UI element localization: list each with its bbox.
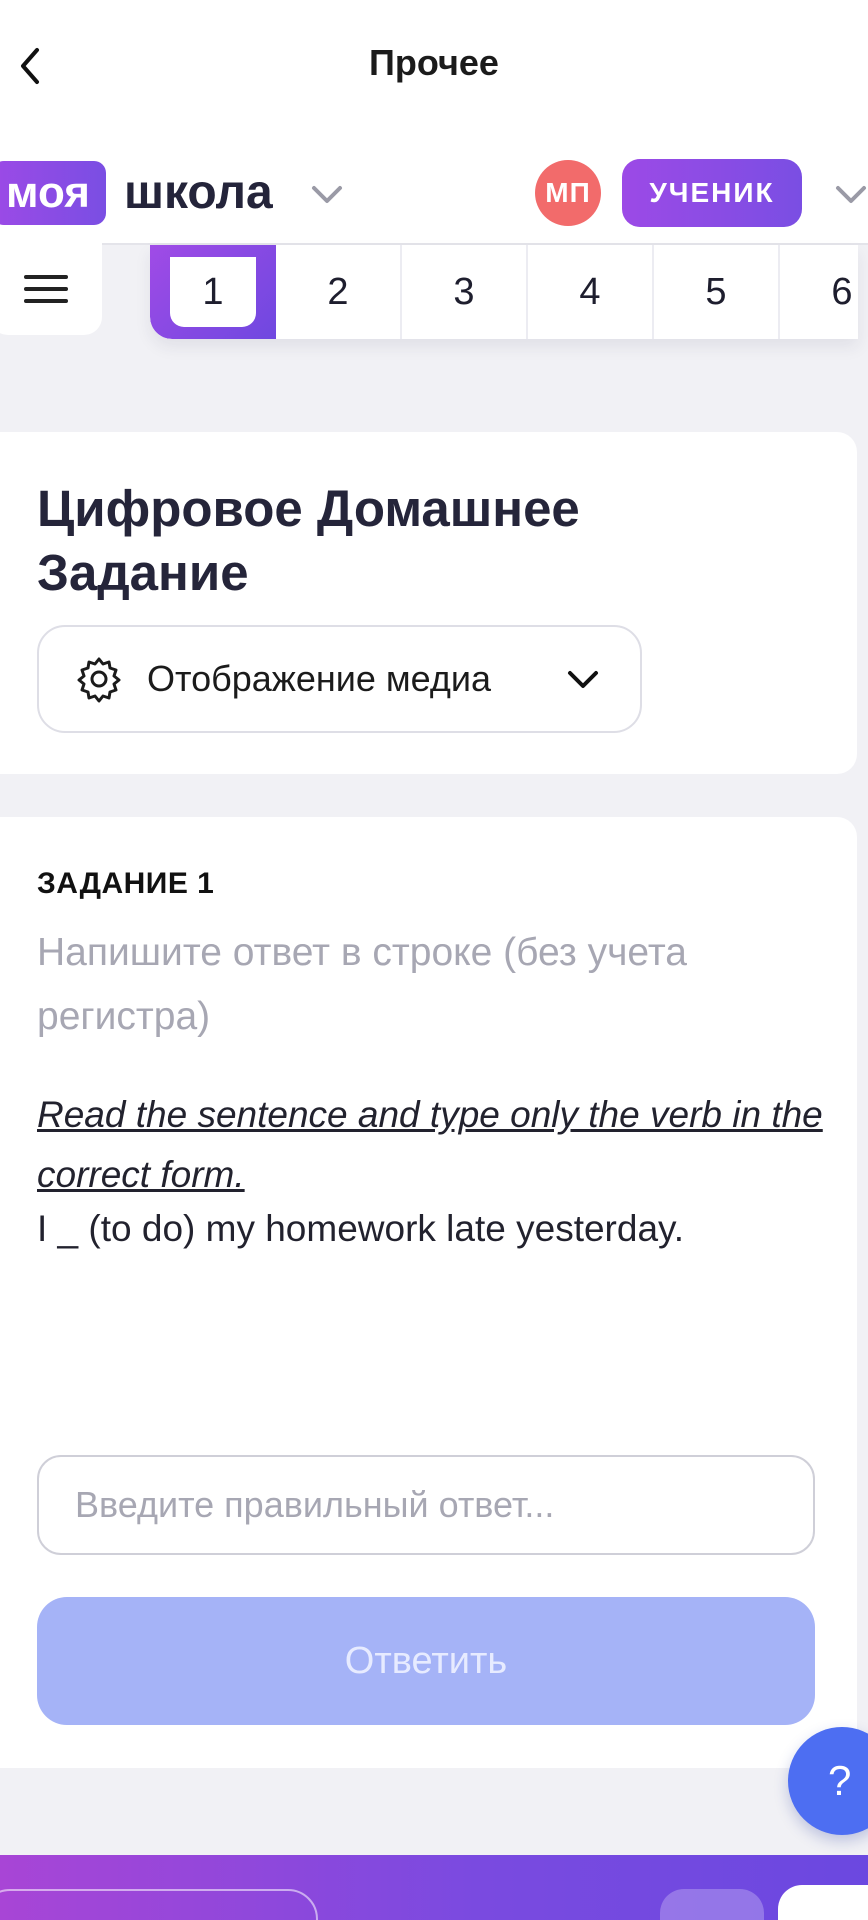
- task-hint: Напишите ответ в строке (без учета регис…: [37, 931, 687, 1038]
- bottom-left-button[interactable]: [0, 1889, 318, 1920]
- task-sentence: I _ (to do) my homework late yesterday.: [37, 1208, 685, 1249]
- hamburger-menu-icon: [24, 275, 68, 303]
- avatar[interactable]: МП: [535, 160, 601, 226]
- bottom-middle-button[interactable]: [660, 1889, 764, 1920]
- menu-button[interactable]: [0, 243, 102, 335]
- question-tab-1[interactable]: 1: [150, 245, 276, 339]
- question-tab-6[interactable]: 6: [780, 245, 858, 339]
- question-navigation: 1 2 3 4 5 6: [0, 243, 868, 347]
- question-strip: 1 2 3 4 5 6: [150, 245, 858, 339]
- media-display-dropdown[interactable]: Отображение медиа: [37, 625, 642, 733]
- site-header: моя школа МП УЧЕНИК: [0, 135, 868, 245]
- top-navigation-bar: Прочее: [0, 0, 868, 135]
- answer-input[interactable]: [37, 1455, 815, 1555]
- bottom-right-button[interactable]: [778, 1885, 868, 1920]
- chevron-down-icon[interactable]: [832, 175, 868, 213]
- page-title: Прочее: [369, 42, 499, 83]
- gear-icon: [77, 657, 121, 703]
- task-card: ЗАДАНИЕ 1 Напишите ответ в строке (без у…: [0, 817, 857, 1768]
- question-tab-3[interactable]: 3: [402, 245, 528, 339]
- media-display-label: Отображение медиа: [147, 658, 492, 699]
- homework-title: Цифровое Домашнее Задание: [37, 480, 580, 601]
- question-tab-5[interactable]: 5: [654, 245, 780, 339]
- question-tab-2[interactable]: 2: [276, 245, 402, 339]
- chevron-down-icon: [568, 671, 598, 688]
- logo-shkola[interactable]: школа: [124, 165, 273, 220]
- chevron-down-icon[interactable]: [308, 175, 346, 213]
- logo-moya[interactable]: моя: [0, 161, 106, 225]
- bottom-bar: [0, 1855, 868, 1920]
- task-instruction: Read the sentence and type only the verb…: [37, 1094, 823, 1195]
- role-badge[interactable]: УЧЕНИК: [622, 159, 802, 227]
- submit-answer-button[interactable]: Ответить: [37, 1597, 815, 1725]
- task-number: ЗАДАНИЕ 1: [37, 867, 215, 900]
- question-tab-4[interactable]: 4: [528, 245, 654, 339]
- homework-header-card: Цифровое Домашнее Задание Отображение ме…: [0, 432, 857, 774]
